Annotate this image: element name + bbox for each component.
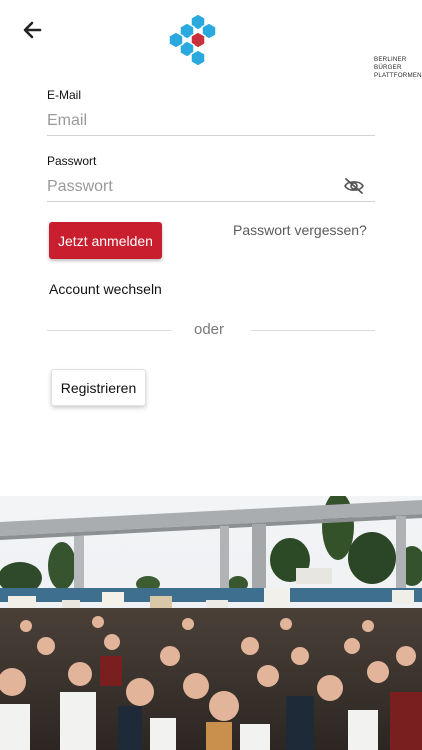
- app-logo: BERLINER BÜRGER PLATTFORMEN: [168, 12, 422, 79]
- divider-text: oder: [194, 321, 225, 338]
- divider-right: [251, 330, 375, 331]
- email-label: E-Mail: [47, 88, 82, 102]
- password-field[interactable]: [47, 172, 375, 202]
- logo-line: BÜRGER: [374, 64, 402, 71]
- logo-hex: [168, 31, 184, 49]
- logo-line: BERLINER: [374, 56, 407, 63]
- crowd-photo: [0, 492, 422, 750]
- login-button[interactable]: Jetzt anmelden: [49, 222, 162, 259]
- arrow-left-icon: [23, 21, 42, 39]
- register-button[interactable]: Registrieren: [51, 369, 146, 406]
- email-field[interactable]: [47, 106, 375, 136]
- forgot-password-link[interactable]: Passwort vergessen?: [233, 222, 367, 238]
- logo-wordmark: BERLINER BÜRGER PLATTFORMEN: [374, 56, 422, 80]
- back-button[interactable]: [20, 18, 44, 42]
- password-visibility-toggle[interactable]: [343, 177, 365, 195]
- logo-line: PLATTFORMEN: [374, 72, 422, 79]
- eye-off-icon: [344, 178, 364, 194]
- password-label: Passwort: [47, 154, 97, 168]
- divider-left: [47, 330, 171, 331]
- logo-hex: [190, 49, 206, 67]
- switch-account-link[interactable]: Account wechseln: [49, 281, 162, 297]
